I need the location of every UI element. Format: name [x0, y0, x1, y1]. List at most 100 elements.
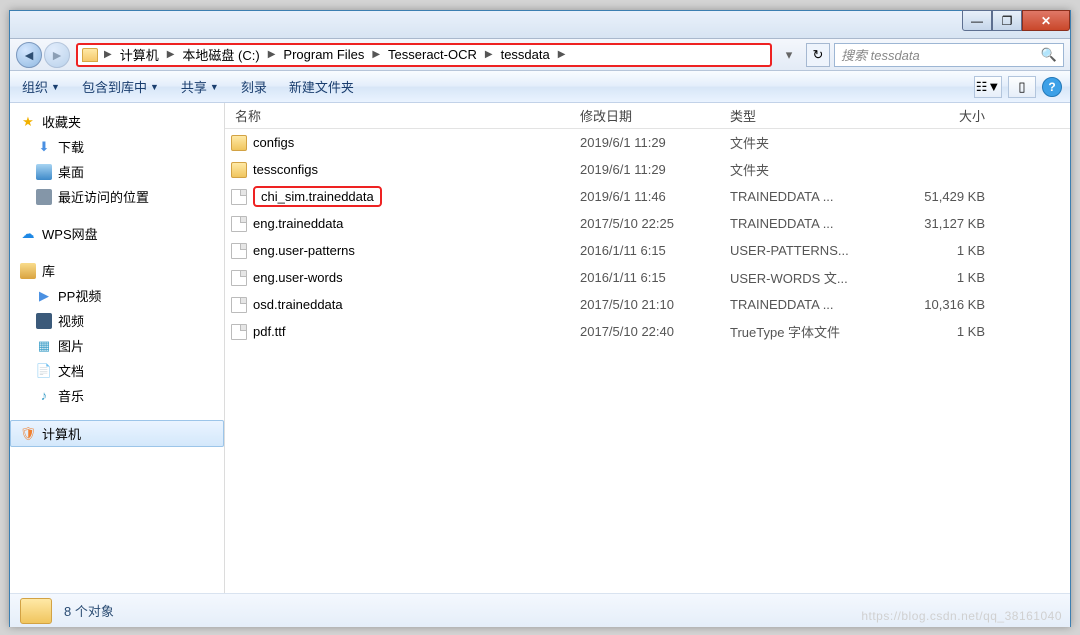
column-type[interactable]: 类型 — [720, 106, 875, 125]
chevron-down-icon: ▼ — [51, 82, 60, 92]
back-button[interactable]: ◄ — [16, 42, 42, 68]
file-name: configs — [253, 135, 294, 150]
preview-pane-button[interactable]: ▯ — [1008, 76, 1036, 98]
sidebar-icon: 📄 — [36, 363, 52, 379]
chevron-right-icon[interactable]: ▶ — [370, 49, 382, 60]
column-name[interactable]: 名称 — [225, 106, 570, 125]
file-row[interactable]: eng.traineddata2017/5/10 22:25TRAINEDDAT… — [225, 210, 1070, 237]
include-menu[interactable]: 包含到库中▼ — [78, 74, 163, 99]
chevron-down-icon: ▼ — [150, 82, 159, 92]
titlebar[interactable]: — ❐ ✕ — [10, 11, 1070, 39]
chevron-right-icon[interactable]: ▶ — [102, 49, 114, 60]
sidebar-item[interactable]: 📄 文档 — [10, 358, 224, 383]
sidebar-item-label: 最近访问的位置 — [58, 187, 149, 206]
address-dropdown[interactable]: ▾ — [776, 47, 802, 63]
file-name: chi_sim.traineddata — [253, 186, 382, 207]
chevron-right-icon[interactable]: ▶ — [483, 49, 495, 60]
sidebar-item-library[interactable]: 库 — [10, 258, 224, 283]
column-date[interactable]: 修改日期 — [570, 106, 720, 125]
chevron-right-icon[interactable]: ▶ — [556, 49, 568, 60]
sidebar-label: 库 — [42, 261, 55, 280]
chevron-right-icon[interactable]: ▶ — [266, 49, 278, 60]
breadcrumb-segment[interactable]: tessdata — [495, 45, 556, 65]
file-icon — [231, 270, 247, 286]
toolbar: 组织▼ 包含到库中▼ 共享▼ 刻录 新建文件夹 ☷ ▼ ▯ ? — [10, 71, 1070, 103]
body-area: ★收藏夹 ⬇下载桌面最近访问的位置 ☁ WPS网盘 库 ▶ PP视频视频 ▦ 图片 📄 文档… — [10, 103, 1070, 593]
sidebar-favorites: ★收藏夹 ⬇下载桌面最近访问的位置 — [10, 109, 224, 209]
sidebar-wps: ☁ WPS网盘 — [10, 221, 224, 246]
maximize-button[interactable]: ❐ — [992, 10, 1022, 31]
cloud-icon: ☁ — [20, 226, 36, 242]
address-bar: ◄ ► ▶ 计算机▶本地磁盘 (C:)▶Program Files▶Tesser… — [10, 39, 1070, 71]
help-button[interactable]: ? — [1042, 77, 1062, 97]
explorer-window: — ❐ ✕ ◄ ► ▶ 计算机▶本地磁盘 (C:)▶Program Files▶… — [9, 10, 1071, 627]
file-row[interactable]: pdf.ttf2017/5/10 22:40TrueType 字体文件1 KB — [225, 318, 1070, 345]
status-count: 8 个对象 — [64, 601, 114, 620]
sidebar-item[interactable]: ⬇下载 — [10, 134, 224, 159]
breadcrumb[interactable]: ▶ 计算机▶本地磁盘 (C:)▶Program Files▶Tesseract-… — [76, 43, 772, 67]
toolbar-right: ☷ ▼ ▯ ? — [974, 76, 1062, 98]
new-folder-button[interactable]: 新建文件夹 — [285, 74, 358, 99]
close-button[interactable]: ✕ — [1022, 10, 1070, 31]
file-date: 2016/1/11 6:15 — [570, 243, 720, 258]
sidebar-item[interactable]: 桌面 — [10, 159, 224, 184]
file-row[interactable]: configs2019/6/1 11:29文件夹 — [225, 129, 1070, 156]
sidebar-item[interactable]: 视频 — [10, 308, 224, 333]
file-row[interactable]: osd.traineddata2017/5/10 21:10TRAINEDDAT… — [225, 291, 1070, 318]
file-list[interactable]: 名称 修改日期 类型 大小 configs2019/6/1 11:29文件夹te… — [225, 103, 1070, 593]
sidebar-icon: ▦ — [36, 338, 52, 354]
burn-button[interactable]: 刻录 — [237, 74, 271, 99]
file-row[interactable]: tessconfigs2019/6/1 11:29文件夹 — [225, 156, 1070, 183]
file-date: 2016/1/11 6:15 — [570, 270, 720, 285]
sidebar-item-label: 视频 — [58, 311, 84, 330]
file-icon — [231, 189, 247, 205]
chevron-right-icon[interactable]: ▶ — [165, 49, 177, 60]
sidebar-icon: ▶ — [36, 288, 52, 304]
sidebar-item-label: PP视频 — [58, 286, 101, 305]
file-type: TRAINEDDATA ... — [720, 297, 875, 312]
file-row[interactable]: eng.user-words2016/1/11 6:15USER-WORDS 文… — [225, 264, 1070, 291]
folder-icon — [20, 598, 52, 624]
file-name: osd.traineddata — [253, 297, 343, 312]
search-input[interactable]: 搜索 tessdata 🔍 — [834, 43, 1064, 67]
sidebar-item-label: 图片 — [58, 336, 84, 355]
file-name: eng.user-patterns — [253, 243, 355, 258]
file-row[interactable]: chi_sim.traineddata2019/6/1 11:46TRAINED… — [225, 183, 1070, 210]
organize-menu[interactable]: 组织▼ — [18, 74, 64, 99]
watermark: https://blog.csdn.net/qq_38161040 — [861, 609, 1062, 623]
search-placeholder: 搜索 tessdata — [841, 45, 920, 64]
sidebar-item[interactable]: ▦ 图片 — [10, 333, 224, 358]
refresh-button[interactable]: ↻ — [806, 43, 830, 67]
breadcrumb-segment[interactable]: Tesseract-OCR — [382, 45, 483, 65]
sidebar-item[interactable]: ♪音乐 — [10, 383, 224, 408]
sidebar-item-favorites[interactable]: ★收藏夹 — [10, 109, 224, 134]
sidebar-item-wps[interactable]: ☁ WPS网盘 — [10, 221, 224, 246]
sidebar-icon: ⬇ — [36, 139, 52, 155]
breadcrumb-segment[interactable]: 计算机 — [114, 45, 165, 65]
sidebar-item-computer[interactable]: 🛡计算机 — [10, 420, 224, 447]
sidebar[interactable]: ★收藏夹 ⬇下载桌面最近访问的位置 ☁ WPS网盘 库 ▶ PP视频视频 ▦ 图片 📄 文档… — [10, 103, 225, 593]
breadcrumb-segment[interactable]: Program Files — [277, 45, 370, 65]
chevron-down-icon: ▼ — [987, 79, 1000, 94]
organize-label: 组织 — [22, 77, 48, 96]
file-type: 文件夹 — [720, 160, 875, 179]
column-size[interactable]: 大小 — [875, 106, 995, 125]
sidebar-item[interactable]: 最近访问的位置 — [10, 184, 224, 209]
sidebar-item-label: 文档 — [58, 361, 84, 380]
breadcrumb-segment[interactable]: 本地磁盘 (C:) — [176, 45, 265, 65]
computer-icon: 🛡 — [20, 426, 36, 442]
sidebar-label: WPS网盘 — [42, 224, 98, 243]
column-headers: 名称 修改日期 类型 大小 — [225, 103, 1070, 129]
view-options-button[interactable]: ☷ ▼ — [974, 76, 1002, 98]
forward-button[interactable]: ► — [44, 42, 70, 68]
sidebar-computer: 🛡计算机 — [10, 420, 224, 447]
share-menu[interactable]: 共享▼ — [177, 74, 223, 99]
file-row[interactable]: eng.user-patterns2016/1/11 6:15USER-PATT… — [225, 237, 1070, 264]
file-date: 2017/5/10 22:25 — [570, 216, 720, 231]
file-type: USER-WORDS 文... — [720, 268, 875, 287]
file-date: 2019/6/1 11:46 — [570, 189, 720, 204]
file-size: 1 KB — [875, 270, 995, 285]
sidebar-item[interactable]: ▶ PP视频 — [10, 283, 224, 308]
search-icon[interactable]: 🔍 — [1041, 47, 1057, 63]
minimize-button[interactable]: — — [962, 10, 992, 31]
